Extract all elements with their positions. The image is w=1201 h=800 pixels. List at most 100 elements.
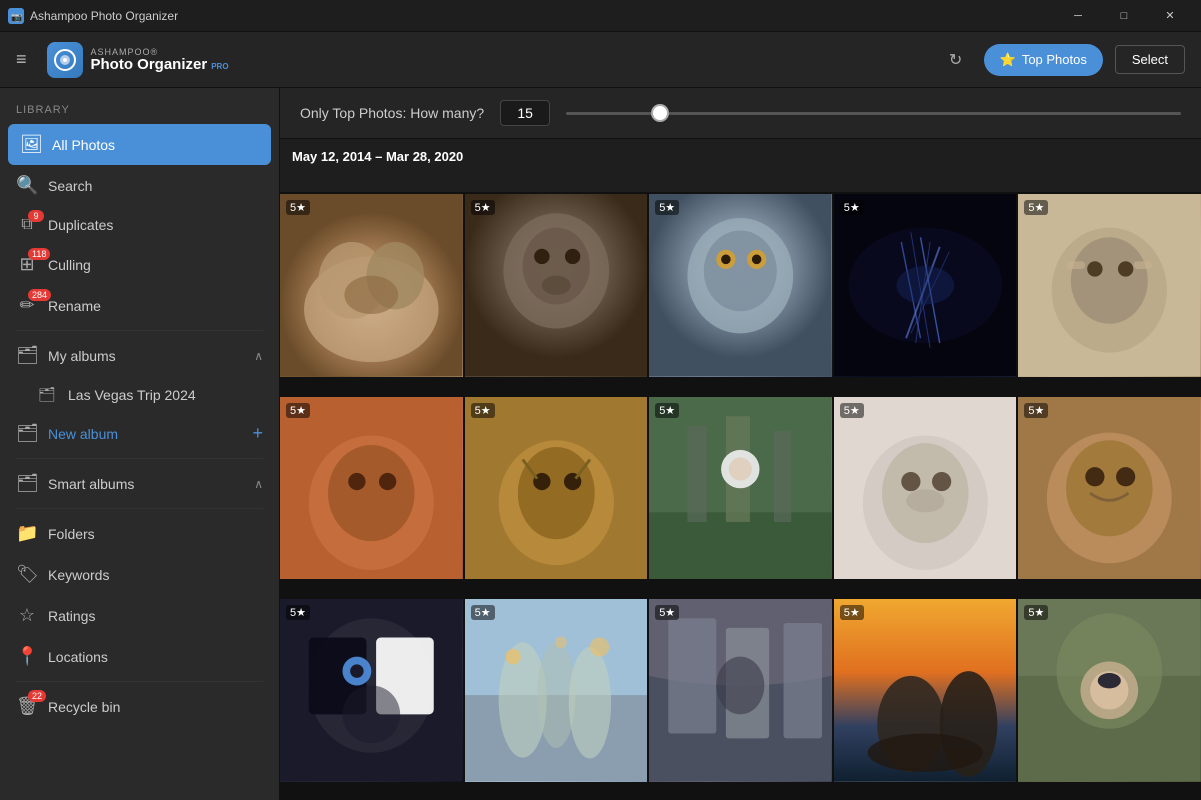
sidebar-item-smart-albums[interactable]: 🗂 Smart albums ∧ [0, 463, 279, 504]
top-photos-button[interactable]: ⭐ Top Photos [984, 44, 1103, 76]
search-label: Search [48, 178, 263, 194]
sidebar-item-all-photos[interactable]: 🖼 All Photos [8, 124, 271, 165]
sidebar-item-culling[interactable]: 118 ⊞ Culling [0, 244, 279, 285]
sidebar-divider-3 [16, 508, 263, 509]
sidebar-item-rename[interactable]: 284 ✏ Rename [0, 285, 279, 326]
duplicates-label: Duplicates [48, 217, 263, 233]
logo-product: Photo Organizer [91, 57, 208, 72]
sidebar-item-search[interactable]: 🔍 Search [0, 165, 279, 206]
titlebar-title: Ashampoo Photo Organizer [30, 9, 1055, 23]
keywords-label: Keywords [48, 567, 263, 583]
folders-label: Folders [48, 526, 263, 542]
star-icon: ⭐ [1000, 52, 1016, 68]
ratings-label: Ratings [48, 608, 263, 624]
table-row[interactable]: 5★ [649, 194, 832, 377]
top-photos-question: Only Top Photos: How many? [300, 105, 484, 121]
table-row[interactable]: 5★ [834, 599, 1017, 782]
smart-albums-label: Smart albums [48, 476, 244, 492]
my-albums-label: My albums [48, 348, 244, 364]
all-photos-label: All Photos [52, 137, 259, 153]
star-badge: 5★ [840, 605, 864, 620]
table-row[interactable]: 5★ [1018, 194, 1201, 377]
star-badge: 5★ [655, 605, 679, 620]
star-badge: 5★ [1024, 200, 1048, 215]
add-album-plus-icon[interactable]: + [252, 423, 263, 444]
table-row[interactable]: 5★ [465, 397, 648, 580]
table-row[interactable]: 5★ [280, 599, 463, 782]
culling-label: Culling [48, 257, 263, 273]
refresh-icon[interactable]: ↻ [940, 44, 972, 76]
star-badge: 5★ [1024, 403, 1048, 418]
top-photos-slider[interactable] [566, 112, 1181, 115]
star-badge: 5★ [840, 403, 864, 418]
sidebar-item-las-vegas[interactable]: 🗂 Las Vegas Trip 2024 [0, 376, 279, 413]
table-row[interactable]: 5★ [465, 194, 648, 377]
ratings-icon: ☆ [16, 605, 38, 626]
star-badge: 5★ [655, 403, 679, 418]
toolbar: ≡ Ashampoo® Photo Organizer PRO ↻ ⭐ Top [0, 32, 1201, 88]
table-row[interactable]: 5★ [280, 194, 463, 377]
rename-badge: 284 [28, 289, 51, 301]
new-album-label: New album [48, 426, 242, 442]
sidebar-item-new-album[interactable]: 🗂 New album + [0, 413, 279, 454]
select-button[interactable]: Select [1115, 45, 1185, 74]
top-photos-count-input[interactable] [500, 100, 550, 126]
star-badge: 5★ [471, 200, 495, 215]
sidebar-item-ratings[interactable]: ☆ Ratings [0, 595, 279, 636]
folders-icon: 📁 [16, 523, 38, 544]
star-badge: 5★ [286, 200, 310, 215]
table-row[interactable]: 5★ [834, 194, 1017, 377]
star-badge: 5★ [286, 403, 310, 418]
recycle-bin-label: Recycle bin [48, 699, 263, 715]
maximize-button[interactable]: □ [1101, 0, 1147, 32]
table-row[interactable]: 5★ [834, 397, 1017, 580]
table-row[interactable]: 5★ [280, 397, 463, 580]
sidebar-item-my-albums[interactable]: 🗂 My albums ∧ [0, 335, 279, 376]
hamburger-icon[interactable]: ≡ [16, 49, 27, 70]
star-badge: 5★ [471, 403, 495, 418]
table-row[interactable]: 5★ [465, 599, 648, 782]
logo-icon [47, 42, 83, 78]
window-controls: ─ □ ✕ [1055, 0, 1193, 32]
culling-badge: 118 [28, 248, 50, 260]
table-row[interactable]: 5★ [1018, 397, 1201, 580]
logo-pro: PRO [211, 62, 228, 71]
content-area: Library 🖼 All Photos 🔍 Search 9 ⧉ Duplic… [0, 88, 1201, 800]
sidebar-item-recycle-bin[interactable]: 22 🗑 Recycle bin [0, 686, 279, 727]
table-row[interactable]: 5★ [649, 397, 832, 580]
star-badge: 5★ [840, 200, 864, 215]
library-section-label: Library [0, 88, 279, 124]
star-badge: 5★ [1024, 605, 1048, 620]
sidebar: Library 🖼 All Photos 🔍 Search 9 ⧉ Duplic… [0, 88, 280, 800]
search-icon: 🔍 [16, 175, 38, 196]
smart-albums-icon: 🗂 [16, 473, 38, 494]
sidebar-item-duplicates[interactable]: 9 ⧉ Duplicates [0, 206, 279, 244]
rename-label: Rename [48, 298, 263, 314]
sidebar-item-folders[interactable]: 📁 Folders [0, 513, 279, 554]
my-albums-icon: 🗂 [16, 345, 38, 366]
recycle-badge: 22 [28, 690, 46, 702]
photo-grid: May 12, 2014 – Mar 28, 2020 5★ [280, 139, 1201, 800]
new-album-icon: 🗂 [16, 423, 38, 444]
duplicates-badge: 9 [28, 210, 44, 222]
slider-container [566, 112, 1181, 115]
app-icon: 📷 [8, 8, 24, 24]
app-body: ≡ Ashampoo® Photo Organizer PRO ↻ ⭐ Top [0, 32, 1201, 800]
sidebar-divider-1 [16, 330, 263, 331]
all-photos-icon: 🖼 [20, 134, 42, 155]
date-range-label: May 12, 2014 – Mar 28, 2020 [280, 139, 1201, 192]
table-row[interactable]: 5★ [1018, 599, 1201, 782]
sidebar-item-locations[interactable]: 📍 Locations [0, 636, 279, 677]
top-photos-bar: Only Top Photos: How many? [280, 88, 1201, 139]
titlebar: 📷 Ashampoo Photo Organizer ─ □ ✕ [0, 0, 1201, 32]
locations-icon: 📍 [16, 646, 38, 667]
star-badge: 5★ [286, 605, 310, 620]
main-panel: Only Top Photos: How many? May 12, 2014 … [280, 88, 1201, 800]
sidebar-item-keywords[interactable]: 🏷 Keywords [0, 554, 279, 595]
sidebar-divider-2 [16, 458, 263, 459]
table-row[interactable]: 5★ [649, 599, 832, 782]
top-photos-label: Top Photos [1022, 52, 1087, 67]
svg-text:📷: 📷 [11, 12, 22, 22]
close-button[interactable]: ✕ [1147, 0, 1193, 32]
minimize-button[interactable]: ─ [1055, 0, 1101, 32]
